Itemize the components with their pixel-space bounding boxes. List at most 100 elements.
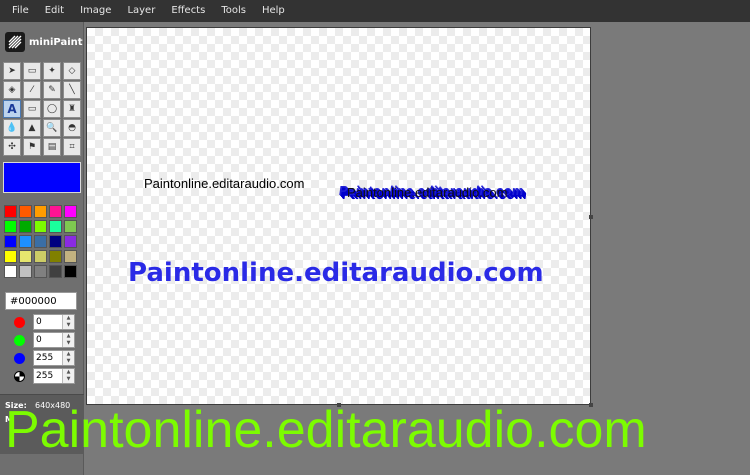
marquee-icon: ▭ xyxy=(27,66,37,76)
red-channel-input[interactable]: 0 ▲ ▼ xyxy=(33,314,75,330)
palette-swatch[interactable] xyxy=(34,220,47,233)
deform-icon: ⚑ xyxy=(27,142,37,152)
tool-grid: ➤ ▭ ✦ ◇ ◈ ⁄ ✎ ╲ A ▭ ◯ ♜ 💧 ▲ 🔍 ◓ ✣ ⚑ ▤ ⌗ xyxy=(3,62,81,156)
menu-bar: File Edit Image Layer Effects Tools Help xyxy=(0,0,750,22)
blue-channel-value: 255 xyxy=(36,353,54,363)
eraser-tool-button[interactable]: ◇ xyxy=(63,62,81,80)
palette-swatch[interactable] xyxy=(49,235,62,248)
crop-tool-button[interactable]: ⌗ xyxy=(63,138,81,156)
pencil-tool-button[interactable]: ✎ xyxy=(43,81,61,99)
canvas-text-large: Paintonline.editaraudio.com xyxy=(128,258,544,288)
fill-bucket-tool-button[interactable]: ◈ xyxy=(3,81,21,99)
magic-wand-icon: ✦ xyxy=(48,66,56,76)
palette-swatch[interactable] xyxy=(19,235,32,248)
palette-swatch[interactable] xyxy=(19,205,32,218)
red-channel-value: 0 xyxy=(36,317,42,327)
text-icon: A xyxy=(7,102,17,116)
menu-tools[interactable]: Tools xyxy=(213,0,254,22)
zoom-tool-button[interactable]: 🔍 xyxy=(43,119,61,137)
logo: miniPaint xyxy=(5,32,83,52)
rectangle-icon: ▭ xyxy=(27,104,37,114)
watermark-text: Paintonline.editaraudio.com xyxy=(5,401,647,459)
marquee-tool-button[interactable]: ▭ xyxy=(23,62,41,80)
line-tool-button[interactable]: ╲ xyxy=(63,81,81,99)
spinner-icon[interactable]: ▲ ▼ xyxy=(62,369,74,383)
channel-row-red: 0 ▲ ▼ xyxy=(14,314,80,330)
palette-swatch[interactable] xyxy=(64,220,77,233)
canvas-text-small: Paintonline.editaraudio.com xyxy=(144,176,305,191)
menu-layer[interactable]: Layer xyxy=(119,0,163,22)
palette-swatch[interactable] xyxy=(49,220,62,233)
brush-tool-button[interactable]: ♜ xyxy=(63,100,81,118)
canvas[interactable]: Paintonline.editaraudio.com Paintonline.… xyxy=(86,27,593,407)
gradient-tool-button[interactable]: ▤ xyxy=(43,138,61,156)
menu-edit[interactable]: Edit xyxy=(37,0,72,22)
menu-image[interactable]: Image xyxy=(72,0,119,22)
palette-swatch[interactable] xyxy=(4,250,17,263)
bulge-tool-button[interactable]: ◓ xyxy=(63,119,81,137)
palette-swatch[interactable] xyxy=(49,205,62,218)
select-icon: ➤ xyxy=(8,66,16,76)
sharpen-icon: ▲ xyxy=(28,123,36,133)
palette-swatch[interactable] xyxy=(34,265,47,278)
magic-wand-tool-button[interactable]: ✦ xyxy=(43,62,61,80)
palette-swatch[interactable] xyxy=(64,265,77,278)
crop-icon: ⌗ xyxy=(69,142,75,152)
palette-swatch[interactable] xyxy=(4,265,17,278)
alpha-channel-icon xyxy=(14,370,25,382)
palette-swatch[interactable] xyxy=(34,205,47,218)
spinner-icon[interactable]: ▲ ▼ xyxy=(62,333,74,347)
palette-swatch[interactable] xyxy=(4,235,17,248)
alpha-channel-input[interactable]: 255 ▲ ▼ xyxy=(33,368,75,384)
green-channel-value: 0 xyxy=(36,335,42,345)
blue-channel-icon xyxy=(14,352,25,364)
line-icon: ╲ xyxy=(69,85,75,95)
hex-color-input[interactable] xyxy=(5,292,77,310)
palette-swatch[interactable] xyxy=(4,220,17,233)
palette-swatch[interactable] xyxy=(19,250,32,263)
canvas-text-3d-front: Paintonline.editaraudio.com xyxy=(347,185,508,200)
app-name: miniPaint xyxy=(29,36,83,48)
menu-effects[interactable]: Effects xyxy=(163,0,213,22)
palette-swatch[interactable] xyxy=(19,220,32,233)
blur-icon: 💧 xyxy=(6,123,18,133)
clone-icon: ✣ xyxy=(8,142,16,152)
alpha-channel-value: 255 xyxy=(36,371,54,381)
palette-swatch[interactable] xyxy=(64,235,77,248)
spinner-icon[interactable]: ▲ ▼ xyxy=(62,315,74,329)
palette-swatch[interactable] xyxy=(19,265,32,278)
zoom-icon: 🔍 xyxy=(46,123,58,133)
menu-file[interactable]: File xyxy=(0,0,37,22)
clone-tool-button[interactable]: ✣ xyxy=(3,138,21,156)
menu-help[interactable]: Help xyxy=(254,0,293,22)
palette-swatch[interactable] xyxy=(34,250,47,263)
sharpen-tool-button[interactable]: ▲ xyxy=(23,119,41,137)
ellipse-tool-button[interactable]: ◯ xyxy=(43,100,61,118)
palette-swatch[interactable] xyxy=(49,265,62,278)
deform-tool-button[interactable]: ⚑ xyxy=(23,138,41,156)
red-channel-icon xyxy=(14,316,25,328)
palette-swatch[interactable] xyxy=(64,205,77,218)
palette-swatch[interactable] xyxy=(49,250,62,263)
rectangle-tool-button[interactable]: ▭ xyxy=(23,100,41,118)
gradient-icon: ▤ xyxy=(47,142,57,152)
palette-swatch[interactable] xyxy=(4,205,17,218)
fill-bucket-icon: ◈ xyxy=(8,85,16,95)
pencil-icon: ✎ xyxy=(48,85,56,95)
blue-channel-input[interactable]: 255 ▲ ▼ xyxy=(33,350,75,366)
active-color-swatch[interactable] xyxy=(3,162,81,193)
channel-row-alpha: 255 ▲ ▼ xyxy=(14,368,80,384)
text-tool-button[interactable]: A xyxy=(3,100,21,118)
blur-tool-button[interactable]: 💧 xyxy=(3,119,21,137)
bulge-icon: ◓ xyxy=(68,123,76,133)
green-channel-icon xyxy=(14,334,25,346)
brush-icon: ♜ xyxy=(67,104,77,114)
palette-swatch[interactable] xyxy=(34,235,47,248)
green-channel-input[interactable]: 0 ▲ ▼ xyxy=(33,332,75,348)
spinner-icon[interactable]: ▲ ▼ xyxy=(62,351,74,365)
minipaint-logo-icon xyxy=(5,32,25,52)
color-picker-tool-button[interactable]: ⁄ xyxy=(23,81,41,99)
resize-handle-right[interactable] xyxy=(589,215,593,219)
palette-swatch[interactable] xyxy=(64,250,77,263)
select-tool-button[interactable]: ➤ xyxy=(3,62,21,80)
